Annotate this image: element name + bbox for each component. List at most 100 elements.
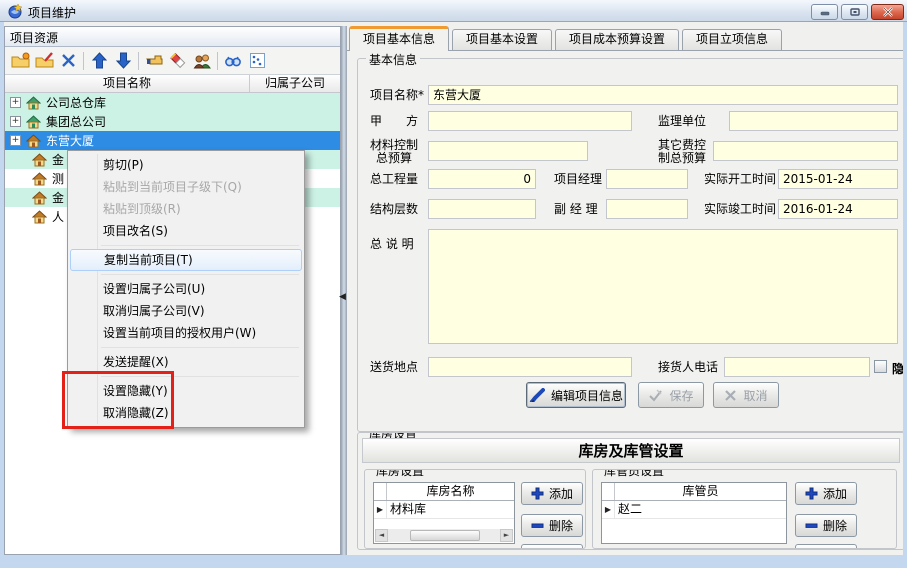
keeper-remove-button[interactable]: 删除 <box>795 514 857 537</box>
restore-button[interactable] <box>841 4 868 20</box>
warehouse-section-header: 库房及库管设置 <box>362 438 900 463</box>
keeper-table[interactable]: 库管员 ▶ 赵二 <box>601 482 787 544</box>
warehouse-column-header: 库房名称 <box>387 483 514 500</box>
menu-item-set-authorized-users[interactable]: 设置当前项目的授权用户(W) <box>70 322 302 344</box>
menu-item-rename-project[interactable]: 项目改名(S) <box>70 220 302 242</box>
scroll-left-arrow-icon[interactable]: ◄ <box>375 529 388 542</box>
keeper-add-button[interactable]: 添加 <box>795 482 857 505</box>
hide-checkbox[interactable] <box>874 360 887 373</box>
structure-floors-input[interactable] <box>428 199 536 219</box>
plus-icon <box>531 487 544 500</box>
remove-label: 删除 <box>823 517 847 534</box>
supervisor-input[interactable] <box>729 111 898 131</box>
tree-row-label: 人 <box>52 208 64 225</box>
panel-splitter[interactable]: ◀ <box>341 26 347 555</box>
window-border-bottom <box>0 555 907 568</box>
material-budget-input[interactable] <box>428 141 588 161</box>
tree-row-label: 测 <box>52 170 64 187</box>
save-button[interactable]: 保存 <box>638 382 704 408</box>
delivery-address-input[interactable] <box>428 357 632 377</box>
edit-project-info-button[interactable]: 编辑项目信息 <box>526 382 626 408</box>
menu-item-set-subsidiary[interactable]: 设置归属子公司(U) <box>70 278 302 300</box>
total-quantity-input[interactable]: 0 <box>428 169 536 189</box>
menu-item-cut[interactable]: 剪切(P) <box>70 154 302 176</box>
search-icon[interactable] <box>221 49 245 73</box>
deputy-manager-input[interactable] <box>606 199 688 219</box>
table-row[interactable]: ▶ 赵二 <box>602 501 786 519</box>
house-icon <box>32 172 47 186</box>
project-name-input[interactable]: 东营大厦 <box>428 85 898 105</box>
party-a-input[interactable] <box>428 111 632 131</box>
material-budget-label-line2: 总预算 <box>369 152 419 165</box>
tab-project-basic-info[interactable]: 项目基本信息 <box>349 26 449 51</box>
toolbar-separator <box>217 52 218 70</box>
warehouse-modify-button[interactable]: 修改 <box>521 544 583 549</box>
tree-row-label: 公司总仓库 <box>46 94 106 111</box>
close-icon <box>882 7 894 17</box>
new-folder-icon[interactable] <box>8 49 32 73</box>
project-manager-input[interactable] <box>606 169 688 189</box>
other-budget-input[interactable] <box>713 141 898 161</box>
row-marker-icon: ▶ <box>602 501 615 518</box>
supervisor-label: 监理单位 <box>658 114 706 128</box>
tree-row-group-company[interactable]: + 集团总公司 <box>5 112 340 131</box>
actual-end-input[interactable]: 2016-01-24 <box>778 199 898 219</box>
minimize-button[interactable] <box>811 4 838 20</box>
tree-column-header[interactable]: 项目名称 归属子公司 <box>5 75 340 93</box>
tab-project-cost-budget-settings[interactable]: 项目成本预算设置 <box>555 29 679 50</box>
tab-project-approval-info[interactable]: 项目立项信息 <box>682 29 782 50</box>
column-project-name[interactable]: 项目名称 <box>5 75 250 92</box>
warehouse-settings-group: 库房设置 库房及库管设置 库房设置 库房名称 ▶ 材料库 <box>357 432 905 550</box>
sort-list-icon[interactable] <box>245 49 269 73</box>
keeper-name-cell: 赵二 <box>615 501 642 518</box>
structure-floors-label: 结构层数 <box>370 202 418 216</box>
menu-item-copy-current-project[interactable]: 复制当前项目(T) <box>70 249 302 271</box>
move-up-icon[interactable] <box>87 49 111 73</box>
warehouse-table-header: 库房名称 <box>374 483 514 501</box>
tree-row-label: 金 <box>52 189 64 206</box>
table-row[interactable]: ▶ 材料库 <box>374 501 514 519</box>
receiver-phone-input[interactable] <box>724 357 870 377</box>
x-icon <box>724 389 737 402</box>
window-border-left <box>0 22 4 568</box>
hand-select-icon[interactable] <box>142 49 166 73</box>
scroll-right-arrow-icon[interactable]: ► <box>500 529 513 542</box>
keeper-modify-button[interactable]: 修改 <box>795 544 857 549</box>
menu-item-unset-subsidiary[interactable]: 取消归属子公司(V) <box>70 300 302 322</box>
cancel-button[interactable]: 取消 <box>713 382 779 408</box>
keeper-column-header: 库管员 <box>615 483 786 500</box>
row-marker-header <box>602 483 615 500</box>
panel-title: 项目资源 <box>5 27 340 47</box>
building-icon <box>26 115 41 129</box>
column-subsidiary[interactable]: 归属子公司 <box>250 75 340 92</box>
menu-separator <box>101 245 299 246</box>
users-icon[interactable] <box>190 49 214 73</box>
expand-icon[interactable]: + <box>10 97 21 108</box>
warehouse-table[interactable]: 库房名称 ▶ 材料库 ◄ ► <box>373 482 515 544</box>
house-icon <box>26 134 41 148</box>
tree-row-dongying-tower-selected[interactable]: + 东营大厦 <box>5 131 340 150</box>
warehouse-add-button[interactable]: 添加 <box>521 482 583 505</box>
scrollbar-thumb[interactable] <box>410 530 480 541</box>
tab-project-basic-settings[interactable]: 项目基本设置 <box>452 29 552 50</box>
toolbar-separator <box>138 52 139 70</box>
plus-icon <box>805 487 818 500</box>
expand-icon[interactable]: + <box>10 135 21 146</box>
tree-row-label: 金 <box>52 151 64 168</box>
horizontal-scrollbar[interactable]: ◄ ► <box>375 529 513 542</box>
move-down-icon[interactable] <box>111 49 135 73</box>
collapse-arrow-icon[interactable]: ◀ <box>339 292 346 302</box>
tree-row-company-warehouse[interactable]: + 公司总仓库 <box>5 93 340 112</box>
delete-icon[interactable] <box>56 49 80 73</box>
close-button[interactable] <box>871 4 904 20</box>
summary-textarea[interactable] <box>428 229 898 344</box>
cancel-label: 取消 <box>743 387 767 404</box>
menu-item-send-reminder[interactable]: 发送提醒(X) <box>70 351 302 373</box>
warehouse-remove-button[interactable]: 删除 <box>521 514 583 537</box>
edit-folder-icon[interactable] <box>32 49 56 73</box>
save-label: 保存 <box>669 387 693 404</box>
actual-start-input[interactable]: 2015-01-24 <box>778 169 898 189</box>
expand-icon[interactable]: + <box>10 116 21 127</box>
eraser-icon[interactable] <box>166 49 190 73</box>
keeper-list-group: 库管员设置 库管员 ▶ 赵二 添加 <box>592 469 897 549</box>
